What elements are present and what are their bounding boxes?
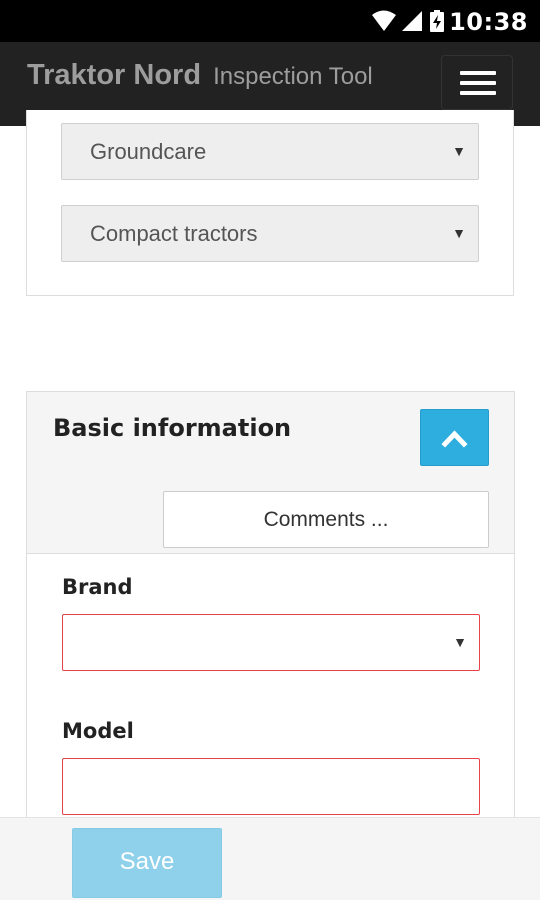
subcategory-select[interactable]: Compact tractors ▼ bbox=[61, 205, 479, 262]
brand-subtitle: Inspection Tool bbox=[213, 63, 373, 90]
brand-name: Traktor Nord bbox=[27, 59, 202, 91]
save-button[interactable]: Save bbox=[72, 828, 222, 898]
app-brand[interactable]: Traktor Nord Inspection Tool bbox=[27, 59, 373, 93]
subcategory-select-value: Compact tractors bbox=[90, 221, 258, 246]
status-icons bbox=[370, 9, 448, 33]
chevron-up-icon bbox=[441, 430, 468, 448]
brand-label: Brand bbox=[62, 575, 133, 599]
category-select-value: Groundcare bbox=[90, 139, 207, 164]
comments-row: Comments ... bbox=[27, 485, 514, 554]
footer-bar: Save bbox=[0, 817, 540, 900]
signal-icon bbox=[402, 11, 422, 31]
category-select[interactable]: Groundcare ▼ bbox=[61, 123, 479, 180]
caret-down-icon: ▼ bbox=[452, 143, 466, 159]
panel-heading: Basic information bbox=[27, 392, 514, 486]
basic-information-panel: Basic information Comments ... Brand ▼ M… bbox=[26, 391, 515, 831]
model-input[interactable] bbox=[62, 758, 480, 815]
collapse-button[interactable] bbox=[420, 409, 489, 466]
brand-select[interactable]: ▼ bbox=[62, 614, 480, 671]
comments-button[interactable]: Comments ... bbox=[163, 491, 489, 548]
status-bar: 10:38 bbox=[0, 0, 540, 42]
model-label: Model bbox=[62, 719, 134, 743]
status-time: 10:38 bbox=[449, 8, 528, 36]
wifi-icon bbox=[372, 10, 396, 31]
panel-title: Basic information bbox=[53, 414, 292, 442]
caret-down-icon: ▼ bbox=[453, 634, 467, 650]
battery-charging-icon bbox=[430, 10, 444, 32]
menu-toggle-button[interactable] bbox=[441, 55, 513, 110]
caret-down-icon: ▼ bbox=[452, 225, 466, 241]
